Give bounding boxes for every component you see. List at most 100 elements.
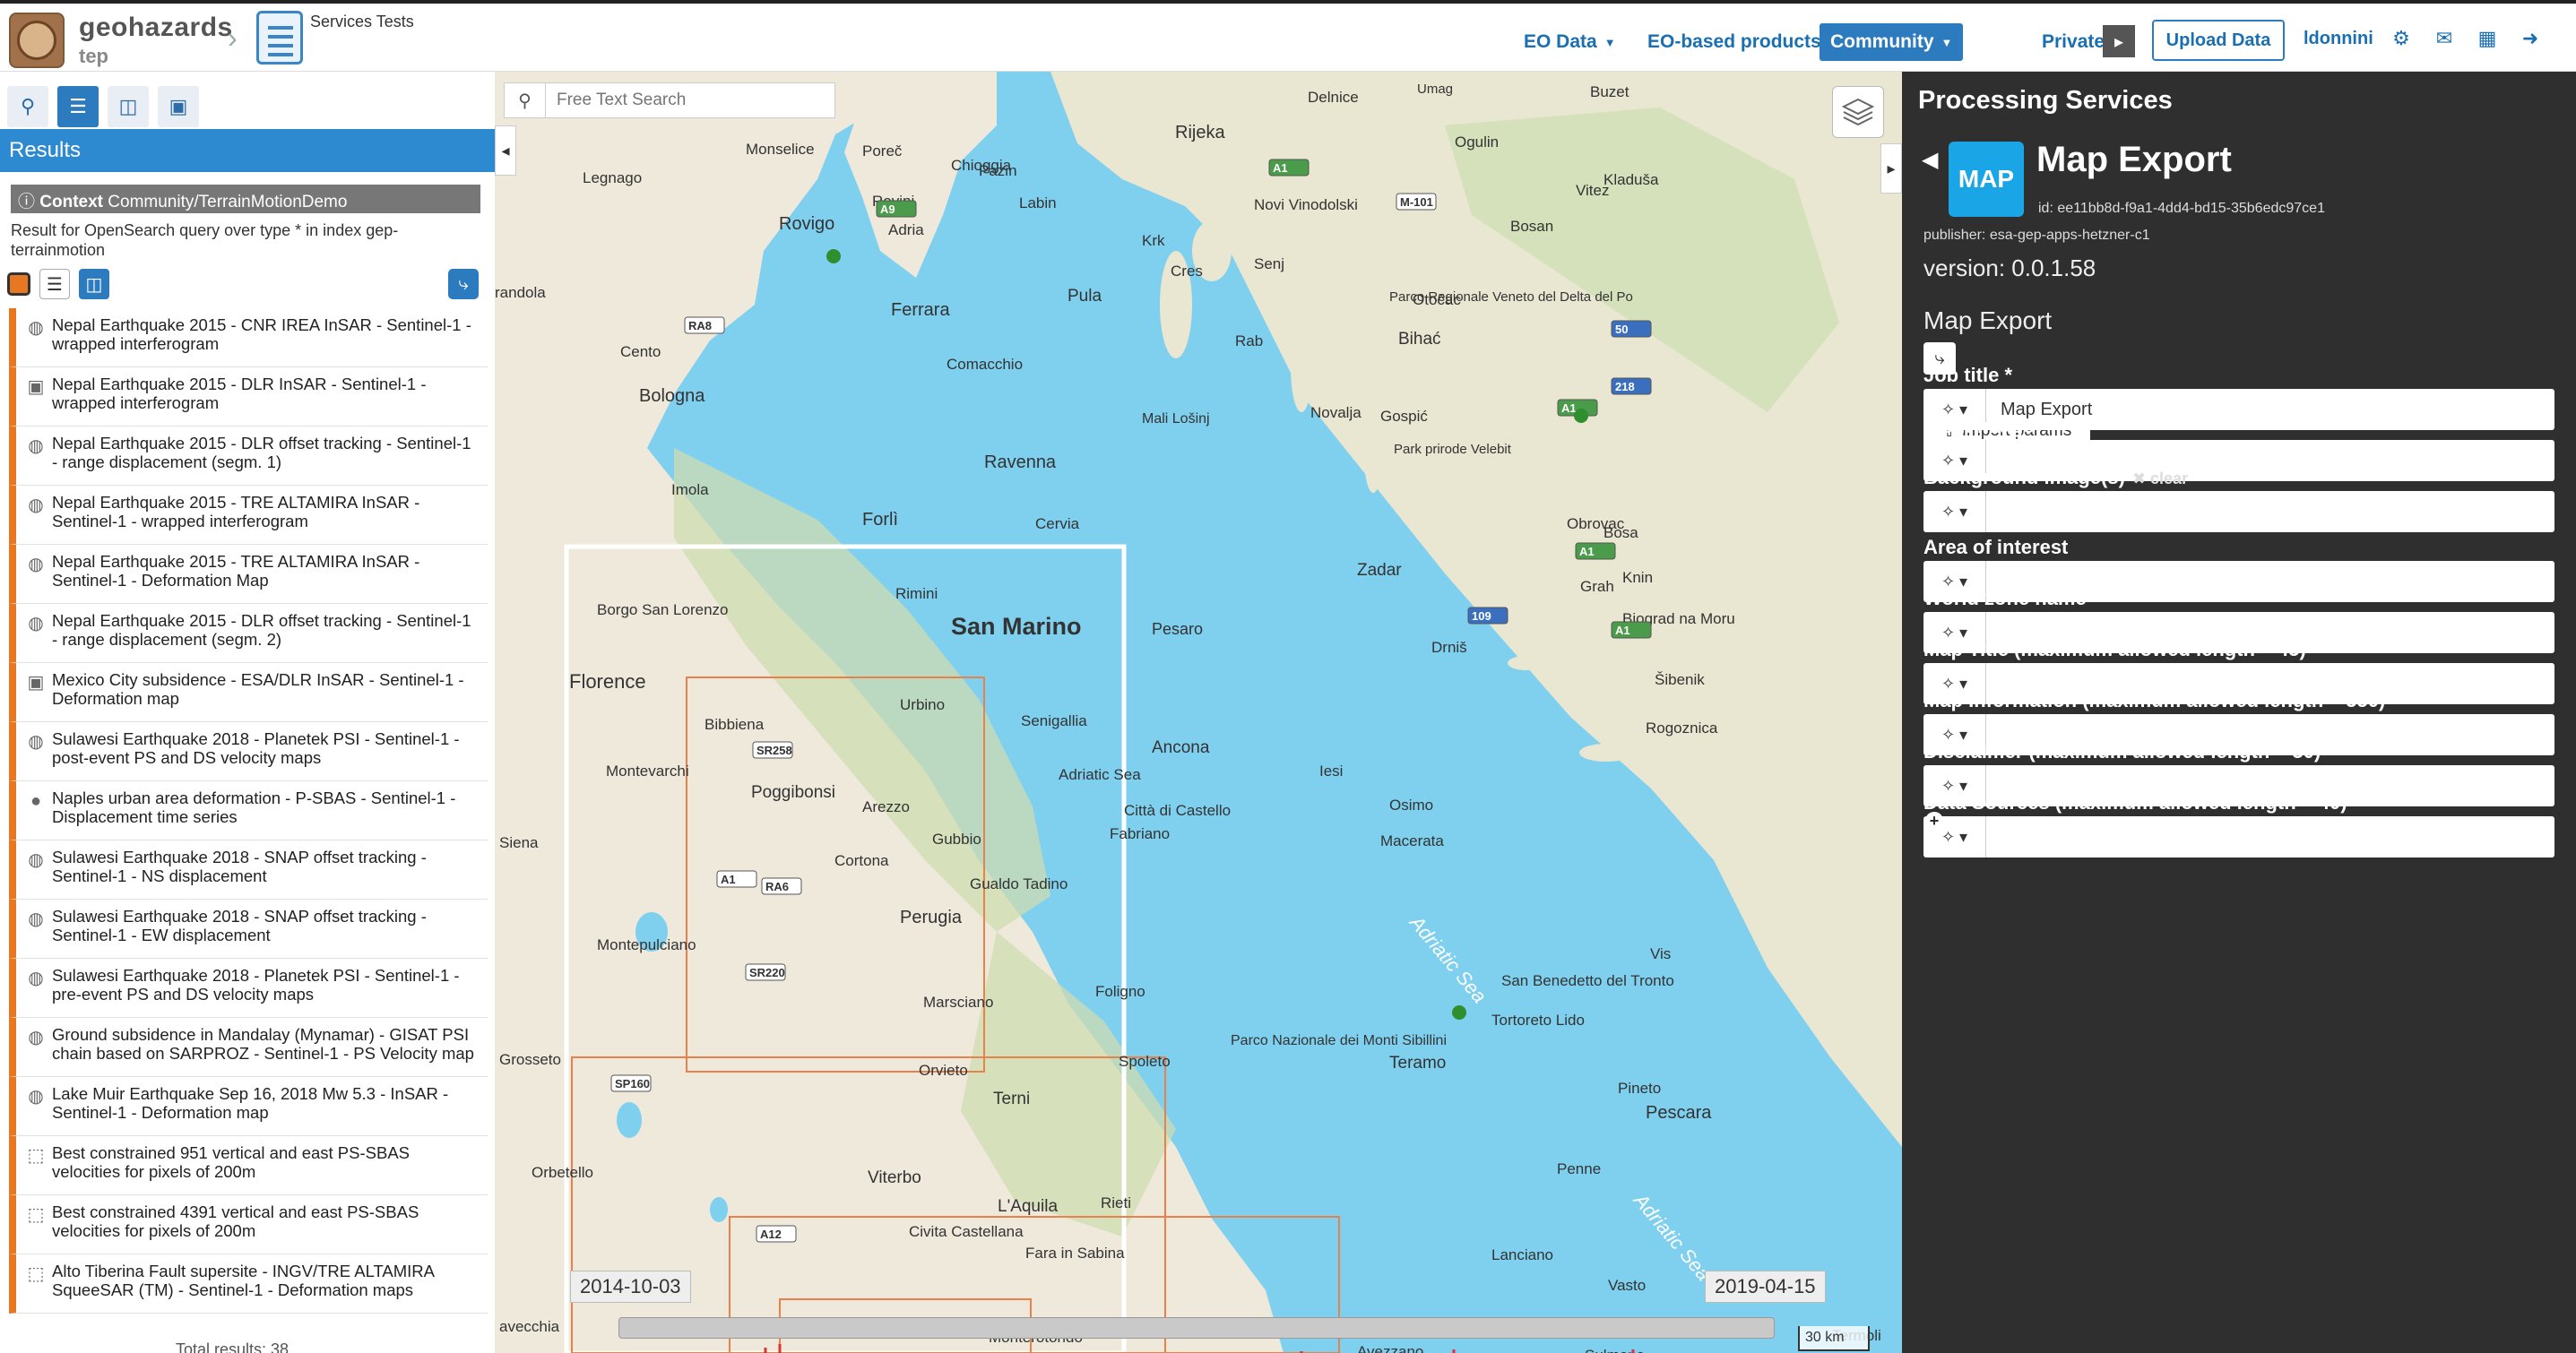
place-label: Orbetello	[532, 1164, 593, 1181]
service-id: id: ee11bb8d-f9a1-4dd4-bd15-35b6edc97ce1	[2038, 201, 2325, 216]
search-icon[interactable]: ⚲	[7, 86, 48, 127]
services-icon[interactable]	[256, 11, 303, 65]
search-icon[interactable]: ⚲	[505, 83, 546, 117]
result-item[interactable]: ⬚ Best constrained 951 vertical and east …	[9, 1136, 488, 1195]
timeline-end-date[interactable]: 2019-04-15	[1705, 1271, 1826, 1303]
place-label: Poreč	[862, 142, 903, 159]
add-circle-icon[interactable]: +	[1925, 812, 1943, 830]
road-shield: A1	[716, 870, 757, 888]
result-item-title: Lake Muir Earthquake Sep 16, 2018 Mw 5.3…	[52, 1084, 449, 1122]
list-icon[interactable]: ☰	[57, 86, 99, 127]
basket-icon[interactable]: ◫	[108, 86, 149, 127]
globe-icon: ◍	[28, 495, 44, 515]
collapse-left-icon[interactable]: ◂	[495, 125, 516, 176]
result-item[interactable]: ⬚ Best constrained 4391 vertical and east…	[9, 1195, 488, 1254]
result-item[interactable]: ◍ Nepal Earthquake 2015 - DLR offset trac…	[9, 604, 488, 663]
service-logo: MAP	[1949, 142, 2024, 217]
envelope-icon[interactable]: ✉	[2433, 27, 2456, 50]
field-input[interactable]	[1986, 399, 2554, 420]
timeline-slider[interactable]	[618, 1317, 1775, 1339]
nav-community[interactable]: Community ▼	[1820, 23, 1964, 61]
result-item[interactable]: ▣ Nepal Earthquake 2015 - DLR InSAR - Sen…	[9, 367, 488, 427]
place-label: Vis	[1650, 945, 1671, 962]
result-item[interactable]: ⬚ Alto Tiberina Fault supersite - INGV/TR…	[9, 1254, 488, 1314]
result-item[interactable]: ◍ Sulawesi Earthquake 2018 - Planetek PSI…	[9, 959, 488, 1018]
list-view-icon[interactable]: ☰	[39, 269, 70, 299]
crop-icon: ⬚	[27, 1263, 45, 1284]
result-item[interactable]: ◍ Lake Muir Earthquake Sep 16, 2018 Mw 5.…	[9, 1077, 488, 1136]
result-item[interactable]: ▣ Mexico City subsidence - ESA/DLR InSAR …	[9, 663, 488, 722]
geohazards-logo-icon[interactable]	[9, 13, 65, 68]
nav-label: Private	[2042, 31, 2105, 52]
archive-icon[interactable]: ▣	[158, 86, 199, 127]
chevron-right-icon[interactable]: ▸	[2103, 25, 2135, 57]
magic-wand-dropdown-icon[interactable]: ✧ ▾	[1923, 491, 1986, 532]
result-item[interactable]: ◍ Sulawesi Earthquake 2018 - SNAP offset …	[9, 840, 488, 900]
clear-link[interactable]: ✖ clear	[2132, 470, 2188, 487]
book-icon[interactable]: ▦	[2476, 27, 2499, 50]
place-label: Novalja	[1310, 404, 1361, 421]
road-label: A1	[1579, 545, 1595, 558]
timeline-start-date[interactable]: 2014-10-03	[570, 1271, 691, 1303]
place-label: Adria	[888, 221, 924, 238]
field-input[interactable]	[1986, 501, 2554, 522]
globe-icon: ◍	[28, 1027, 44, 1047]
road-shield: SR220	[745, 963, 786, 981]
globe-dark-icon: ●	[30, 790, 42, 811]
result-item-title: Nepal Earthquake 2015 - CNR IREA InSAR -…	[52, 315, 471, 353]
info-icon: ⓘ	[18, 193, 40, 211]
caret-down-icon: ▼	[1941, 35, 1953, 49]
result-item[interactable]: ◍ Sulawesi Earthquake 2018 - SNAP offset …	[9, 900, 488, 959]
upload-data-button[interactable]: Upload Data	[2152, 20, 2285, 61]
result-item-title: Nepal Earthquake 2015 - DLR InSAR - Sent…	[52, 375, 427, 412]
free-text-search-input[interactable]	[546, 90, 834, 110]
left-tabs: ⚲ ☰ ◫ ▣	[7, 86, 199, 127]
nav-eo-based-products[interactable]: EO-based products▼	[1637, 23, 1851, 61]
place-label: San Benedetto del Tronto	[1501, 972, 1674, 989]
color-picker[interactable]	[7, 272, 30, 296]
place-label: Pula	[1068, 287, 1102, 306]
road-shield: 109	[1467, 607, 1508, 625]
sign-out-icon[interactable]: ➜	[2519, 27, 2542, 50]
back-caret-icon[interactable]: ◀	[1922, 147, 1938, 173]
layers-icon[interactable]	[1832, 86, 1884, 138]
map-canvas[interactable]: Adriatic Sea Adriatic Sea Umag BuzetDelni…	[495, 72, 1902, 1353]
result-item-title: Sulawesi Earthquake 2018 - SNAP offset t…	[52, 848, 427, 885]
add-to-basket-icon[interactable]: ◫	[79, 269, 109, 299]
place-label: Vasto	[1608, 1277, 1646, 1294]
place-label: Lanciano	[1491, 1246, 1553, 1263]
user-menu[interactable]: ldonnini	[2304, 29, 2373, 49]
place-label: Forlì	[862, 510, 898, 530]
gear-icon[interactable]: ⚙	[2390, 27, 2413, 50]
place-label: Knin	[1622, 569, 1653, 586]
globe-icon: ◍	[28, 731, 44, 752]
result-item[interactable]: ◍ Ground subsidence in Mandalay (Mynamar)…	[9, 1018, 488, 1077]
result-item[interactable]: ● Naples urban area deformation - P-SBAS …	[9, 781, 488, 840]
result-item[interactable]: ◍ Sulawesi Earthquake 2018 - Planetek PSI…	[9, 722, 488, 781]
result-item[interactable]: ◍ Nepal Earthquake 2015 - TRE ALTAMIRA In…	[9, 545, 488, 604]
collapse-right-icon[interactable]: ▸	[1880, 143, 1902, 194]
field-label: World zone name	[1923, 587, 2087, 610]
field-label: Map Information (maximum allowed length …	[1923, 689, 2399, 712]
result-item[interactable]: ◍ Nepal Earthquake 2015 - DLR offset trac…	[9, 427, 488, 486]
place-label: Bologna	[639, 386, 705, 406]
field-input[interactable]	[1986, 826, 2554, 848]
service-version: version: 0.0.1.58	[1923, 254, 2096, 281]
result-item[interactable]: ◍ Nepal Earthquake 2015 - TRE ALTAMIRA In…	[9, 486, 488, 545]
result-item[interactable]: ◍ Nepal Earthquake 2015 - CNR IREA InSAR …	[9, 308, 488, 367]
result-item-title: Sulawesi Earthquake 2018 - Planetek PSI …	[52, 966, 460, 1004]
result-item-title: Nepal Earthquake 2015 - DLR offset track…	[52, 434, 471, 471]
breadcrumb-title[interactable]: Services Tests	[310, 13, 414, 31]
nav-eo-data[interactable]: EO Data ▼	[1513, 23, 1627, 61]
place-label: Montepulciano	[597, 936, 696, 953]
road-shield: A1	[1611, 621, 1652, 639]
map-view[interactable]: Adriatic Sea Adriatic Sea Umag Buzet Delni…	[495, 72, 1902, 1353]
field-label: Input image *	[1923, 415, 2047, 438]
caret-down-icon: ▼	[1604, 35, 1616, 49]
share-icon[interactable]: ⤷	[448, 269, 479, 299]
context-label: Context	[39, 193, 104, 211]
brand-name[interactable]: geohazards	[79, 13, 233, 43]
place-label: Kladuša	[1604, 171, 1659, 188]
globe-icon: ◍	[28, 435, 44, 456]
place-label: Civita Castellana	[909, 1223, 1024, 1240]
